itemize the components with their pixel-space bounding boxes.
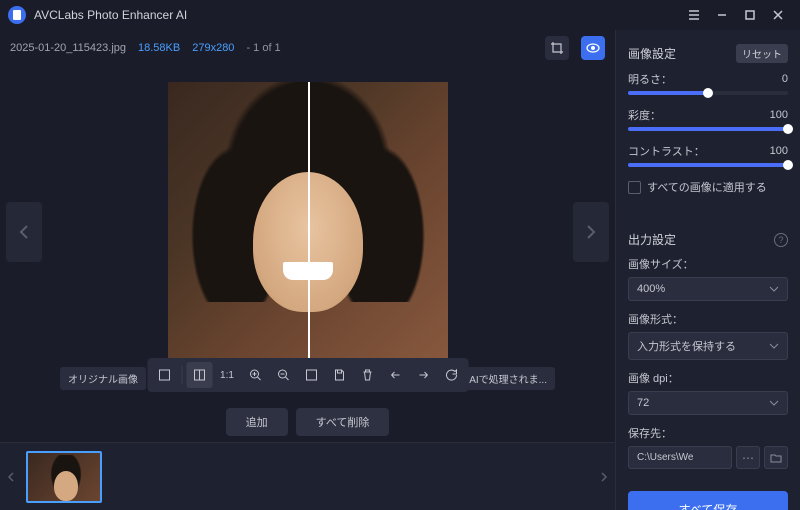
saturation-value: 100 xyxy=(770,109,788,121)
thumbnail-strip xyxy=(0,442,615,510)
refresh-icon[interactable] xyxy=(438,362,464,388)
clear-all-button[interactable]: すべて削除 xyxy=(296,408,390,436)
output-settings-title: 出力設定 xyxy=(628,231,676,248)
redo-icon[interactable] xyxy=(410,362,436,388)
app-title: AVCLabs Photo Enhancer AI xyxy=(34,8,187,22)
save-all-button[interactable]: すべて保存 xyxy=(628,491,788,510)
brightness-slider[interactable] xyxy=(628,91,788,95)
dpi-label: 画像 dpi： xyxy=(628,370,788,386)
zoom-1to1-button[interactable]: 1:1 xyxy=(214,362,240,388)
file-info-bar: 2025-01-20_115423.jpg 18.58KB 279x280 - … xyxy=(0,30,615,66)
original-label: オリジナル画像 xyxy=(60,367,146,390)
settings-panel: 画像設定 リセット 明るさ： 0 彩度： 100 コントラスト： 100 すべて… xyxy=(615,30,800,510)
image-format-select[interactable]: 入力形式を保持する xyxy=(628,332,788,360)
processed-label: AIで処理されま... xyxy=(461,367,555,390)
thumb-prev-button[interactable] xyxy=(0,443,22,510)
viewer-toolbar: 1:1 xyxy=(147,358,468,392)
size-value: 400% xyxy=(637,283,665,295)
titlebar: AVCLabs Photo Enhancer AI xyxy=(0,0,800,30)
format-value: 入力形式を保持する xyxy=(637,338,736,354)
chevron-down-icon xyxy=(769,343,779,349)
file-pager: - 1 of 1 xyxy=(246,42,280,54)
zoom-out-icon[interactable] xyxy=(270,362,296,388)
image-viewer: オリジナル画像 AIで処理されま... 1:1 xyxy=(0,66,615,398)
crop-button[interactable] xyxy=(545,36,569,60)
layout-split-icon[interactable] xyxy=(186,362,212,388)
delete-icon[interactable] xyxy=(354,362,380,388)
chevron-down-icon xyxy=(769,400,779,406)
save-path-field[interactable]: C:\Users\We xyxy=(628,446,732,469)
chevron-down-icon xyxy=(769,286,779,292)
fit-icon[interactable] xyxy=(298,362,324,388)
help-icon[interactable]: ? xyxy=(774,233,788,247)
saturation-label: 彩度： xyxy=(628,107,661,123)
contrast-slider[interactable] xyxy=(628,163,788,167)
file-name: 2025-01-20_115423.jpg xyxy=(10,42,126,54)
apply-all-checkbox[interactable] xyxy=(628,181,641,194)
action-row: 追加 すべて削除 xyxy=(0,398,615,442)
zoom-in-icon[interactable] xyxy=(242,362,268,388)
undo-icon[interactable] xyxy=(382,362,408,388)
apply-all-label: すべての画像に適用する xyxy=(647,179,767,195)
contrast-value: 100 xyxy=(770,145,788,157)
file-size: 18.58KB xyxy=(138,42,180,54)
image-size-select[interactable]: 400% xyxy=(628,277,788,301)
browse-more-button[interactable]: ⋯ xyxy=(736,446,760,469)
reset-button[interactable]: リセット xyxy=(736,44,788,63)
brightness-label: 明るさ： xyxy=(628,71,672,87)
image-canvas[interactable] xyxy=(168,82,448,382)
preview-button[interactable] xyxy=(581,36,605,60)
brightness-value: 0 xyxy=(782,73,788,85)
file-dimensions: 279x280 xyxy=(192,42,234,54)
prev-image-button[interactable] xyxy=(6,202,42,262)
open-folder-button[interactable] xyxy=(764,446,788,469)
format-label: 画像形式： xyxy=(628,311,788,327)
saveto-label: 保存先： xyxy=(628,425,788,441)
close-button[interactable] xyxy=(764,1,792,29)
menu-button[interactable] xyxy=(680,1,708,29)
dpi-value: 72 xyxy=(637,397,649,409)
size-label: 画像サイズ： xyxy=(628,256,788,272)
next-image-button[interactable] xyxy=(573,202,609,262)
image-dpi-select[interactable]: 72 xyxy=(628,391,788,415)
compare-divider[interactable] xyxy=(308,82,310,382)
image-settings-title: 画像設定 xyxy=(628,45,676,62)
thumb-next-button[interactable] xyxy=(593,443,615,510)
saturation-slider[interactable] xyxy=(628,127,788,131)
layout-single-icon[interactable] xyxy=(151,362,177,388)
minimize-button[interactable] xyxy=(708,1,736,29)
thumbnail[interactable] xyxy=(26,451,102,503)
contrast-label: コントラスト： xyxy=(628,143,705,159)
app-logo xyxy=(8,6,26,24)
maximize-button[interactable] xyxy=(736,1,764,29)
save-icon[interactable] xyxy=(326,362,352,388)
add-button[interactable]: 追加 xyxy=(226,408,288,436)
